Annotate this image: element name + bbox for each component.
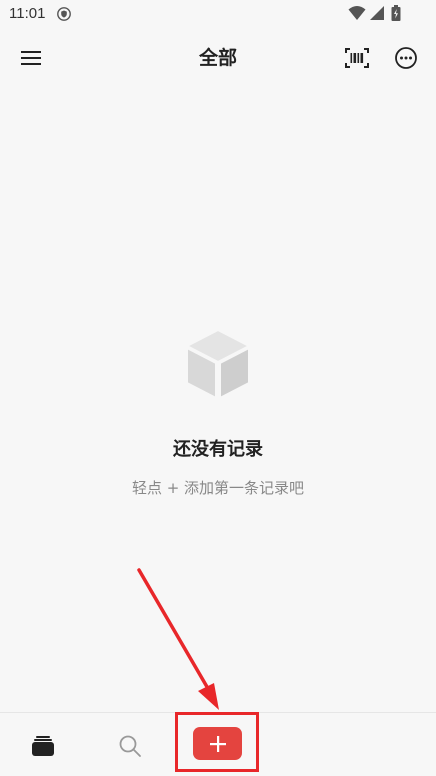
status-bar: 11:01 [0,0,436,28]
barcode-scan-icon [345,48,369,68]
more-options-button[interactable] [392,44,420,72]
empty-state-hint: 轻点 + 添加第一条记录吧 [131,479,305,497]
search-icon [119,735,141,757]
nav-search-tab[interactable] [117,733,143,759]
status-time: 11:01 [9,5,46,22]
bottom-nav [0,712,436,776]
wifi-icon [348,6,366,20]
more-options-icon [395,47,417,69]
plus-icon [209,735,226,752]
add-record-button[interactable] [193,727,242,760]
empty-state: 还没有记录 轻点 + 添加第一条记录吧 [0,325,436,498]
cube-icon [184,328,252,400]
nav-records-tab[interactable] [30,733,56,759]
cellular-signal-icon [370,6,384,20]
stack-icon [32,736,54,756]
status-indicators [348,5,408,21]
shield-status-icon [57,7,71,21]
battery-icon [391,5,401,21]
empty-state-title: 还没有记录 [173,439,263,460]
scan-button[interactable] [343,44,371,72]
app-bar: 全部 [0,28,436,88]
